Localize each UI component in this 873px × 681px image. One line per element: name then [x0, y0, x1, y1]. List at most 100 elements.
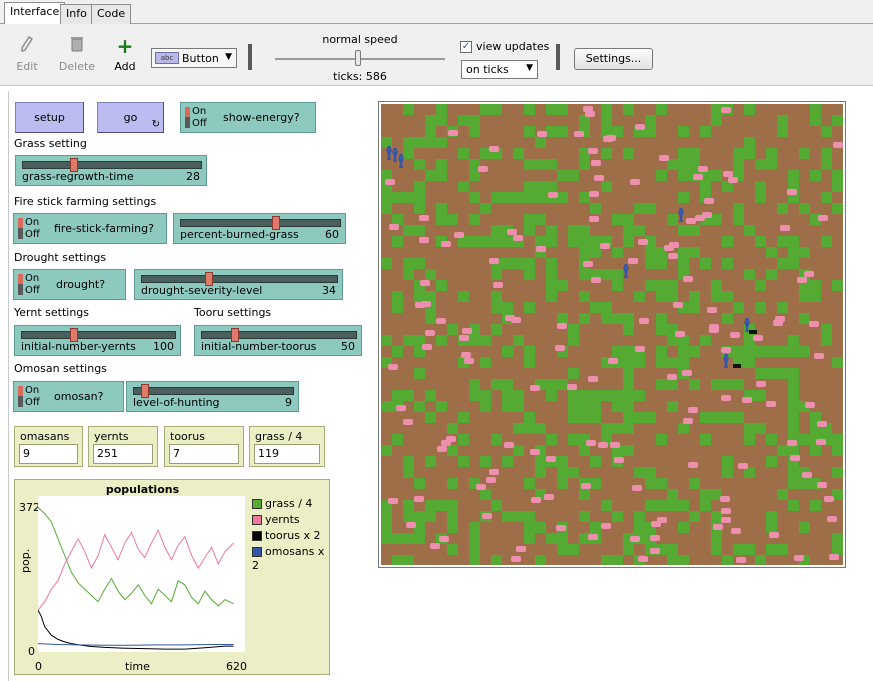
- level-of-hunting-slider[interactable]: level-of-hunting 9: [126, 381, 299, 412]
- grass-patch: [810, 500, 821, 511]
- yernt-agent: [606, 135, 616, 141]
- view-updates-checkbox[interactable]: ✓: [460, 41, 472, 53]
- legend-swatch: [252, 499, 262, 509]
- grass-patch: [612, 511, 623, 522]
- yernt-agent: [422, 344, 432, 350]
- yernt-agent: [548, 192, 558, 198]
- yernt-agent: [567, 384, 577, 390]
- edit-button[interactable]: Edit: [7, 36, 47, 73]
- grass-patch: [502, 346, 513, 357]
- grass-patch: [546, 291, 557, 302]
- widget-type-select[interactable]: abc Button ▼: [151, 48, 237, 68]
- tab-interface[interactable]: Interface: [4, 2, 66, 25]
- grass-patch: [392, 214, 403, 225]
- grass-patch: [623, 445, 634, 456]
- grass-patch: [733, 302, 744, 313]
- grass-patch: [645, 412, 656, 423]
- grass-patch: [634, 467, 645, 478]
- yernt-agent: [610, 442, 620, 448]
- yernt-agent: [721, 508, 731, 514]
- world-view[interactable]: [378, 101, 846, 568]
- grass-patch: [788, 500, 799, 511]
- grass-patch: [788, 346, 799, 357]
- grass-patch: [667, 214, 678, 225]
- grass-patch: [711, 412, 722, 423]
- switch-on-label: On: [25, 217, 40, 228]
- switch-off-label: Off: [192, 118, 207, 129]
- grass-patch: [777, 368, 788, 379]
- yernt-agent: [721, 107, 731, 113]
- initial-number-yernts-slider[interactable]: initial-number-yernts 100: [14, 325, 181, 356]
- grass-patch: [469, 390, 480, 401]
- grass-regrowth-time-slider[interactable]: grass-regrowth-time 28: [15, 155, 207, 186]
- add-button[interactable]: + Add: [105, 36, 145, 73]
- grass-patch: [414, 192, 425, 203]
- yernt-agent: [505, 315, 515, 321]
- yernt-agent: [439, 536, 449, 542]
- grass-patch: [656, 324, 667, 335]
- drought-switch[interactable]: On Off drought?: [13, 269, 126, 300]
- settings-button[interactable]: Settings...: [574, 48, 653, 70]
- yernt-agent: [630, 536, 640, 542]
- grass-patch: [678, 423, 689, 434]
- grass-patch: [656, 500, 667, 511]
- yernt-agent: [824, 496, 834, 502]
- slider-value: 9: [285, 396, 292, 409]
- yernt-agent: [805, 402, 815, 408]
- update-mode-select[interactable]: on ticks ▼: [461, 60, 538, 79]
- grass-patch: [524, 302, 535, 313]
- drought-severity-level-slider[interactable]: drought-severity-level 34: [134, 269, 343, 300]
- grass-patch: [689, 511, 700, 522]
- grass-patch: [788, 236, 799, 247]
- yernt-agent: [601, 523, 611, 529]
- grass-patch: [469, 115, 480, 126]
- grass-patch: [766, 434, 777, 445]
- grass-patch: [590, 302, 601, 313]
- initial-number-toorus-slider[interactable]: initial-number-toorus 50: [194, 325, 362, 356]
- fire-stick-farming-switch[interactable]: On Off fire-stick-farming?: [13, 213, 167, 244]
- tab-info[interactable]: Info: [60, 4, 93, 24]
- slider-label: initial-number-yernts: [21, 340, 136, 353]
- percent-burned-grass-slider[interactable]: percent-burned-grass 60: [173, 213, 346, 244]
- grass-patch: [601, 390, 612, 401]
- grass-patch: [414, 137, 425, 148]
- tab-strip: Interface Info Code: [0, 0, 873, 25]
- grass-patch: [722, 456, 733, 467]
- grass-patch: [502, 258, 513, 269]
- setup-button[interactable]: setup: [15, 102, 84, 133]
- grass-patch: [700, 335, 711, 346]
- omosan-switch[interactable]: On Off omosan?: [13, 381, 124, 412]
- yernt-agent: [419, 237, 429, 243]
- grass-patch: [821, 148, 832, 159]
- grass-patch: [513, 258, 524, 269]
- yernt-agent: [728, 177, 738, 183]
- switch-on-label: On: [192, 106, 207, 117]
- yernt-agent: [600, 243, 610, 249]
- delete-button[interactable]: Delete: [57, 36, 97, 73]
- speed-slider-thumb[interactable]: [355, 50, 361, 66]
- show-energy-switch[interactable]: On Off show-energy?: [180, 102, 316, 133]
- go-button[interactable]: go ↻: [97, 102, 164, 133]
- yernt-agent: [385, 179, 395, 185]
- tab-code[interactable]: Code: [91, 4, 132, 24]
- grass-patch: [447, 478, 458, 489]
- grass-patch: [381, 445, 392, 456]
- x-max-tick-label: 620: [226, 660, 247, 673]
- yernt-agent: [430, 543, 440, 549]
- yernt-agent: [818, 215, 828, 221]
- switch-knob: [18, 386, 23, 407]
- grass-patch: [403, 104, 414, 115]
- grass-patch: [579, 401, 590, 412]
- grass-patch: [524, 104, 535, 115]
- yernt-agent: [787, 189, 797, 195]
- grass-patch: [722, 412, 733, 423]
- delete-label: Delete: [58, 60, 96, 73]
- grass-patch: [436, 115, 447, 126]
- grass-patch: [788, 412, 799, 423]
- grass-patch: [414, 478, 425, 489]
- world-canvas[interactable]: [381, 104, 843, 566]
- yernt-agent: [639, 318, 649, 324]
- grass-patch: [832, 445, 843, 456]
- grass-patch: [524, 214, 535, 225]
- grass-patch: [821, 126, 832, 137]
